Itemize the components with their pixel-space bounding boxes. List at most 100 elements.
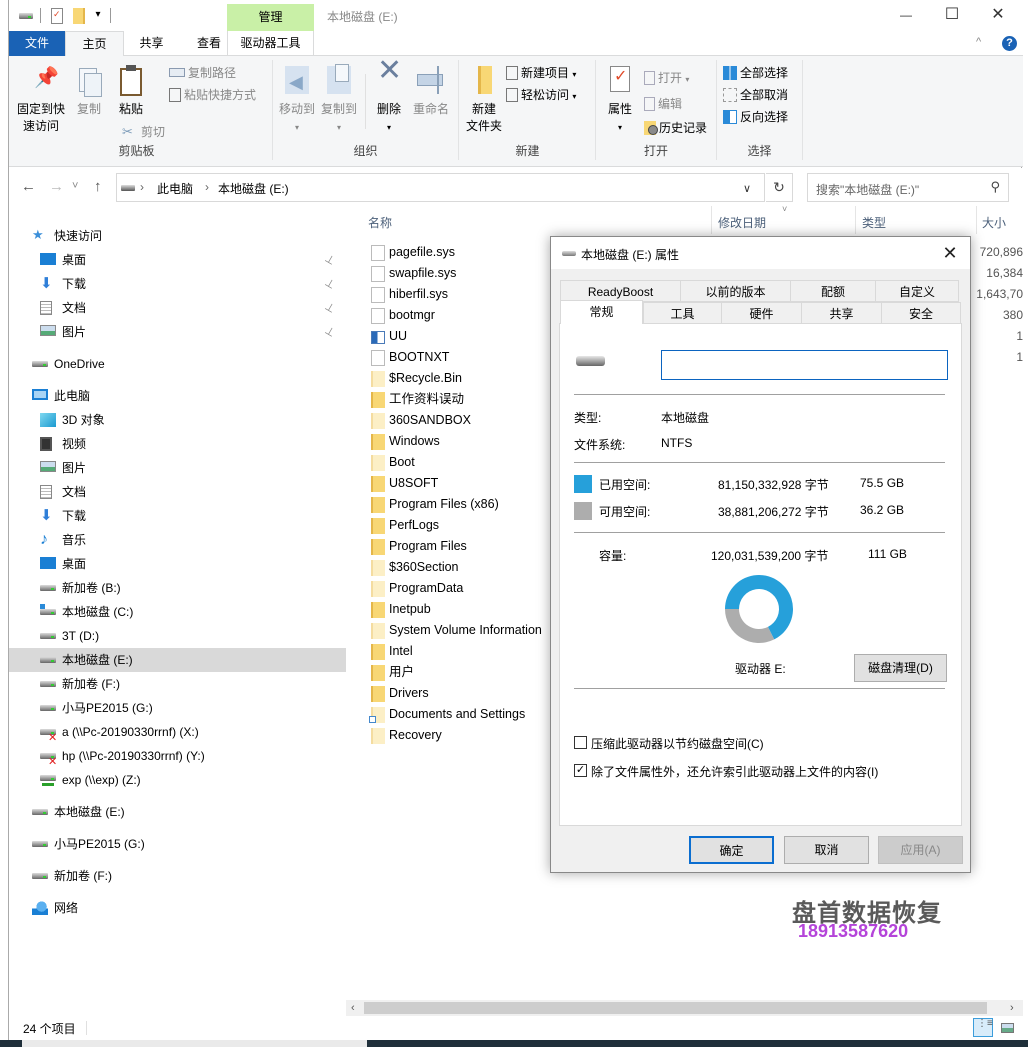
help-icon[interactable]: ? — [1002, 36, 1017, 51]
tab-security[interactable]: 安全 — [881, 302, 961, 324]
address-dropdown-icon[interactable]: ∨ — [743, 182, 751, 195]
nav-item[interactable]: 新加卷 (F:) — [9, 672, 346, 696]
nav-item[interactable]: 新加卷 (F:) — [9, 864, 346, 888]
new-item-button[interactable]: 新建项目 ▾ — [506, 63, 576, 83]
copy-button[interactable]: 复制 — [71, 64, 107, 118]
paste-shortcut-button[interactable]: 粘贴快捷方式 — [169, 85, 256, 105]
breadcrumb-this-pc[interactable]: 此电脑 — [157, 180, 193, 197]
nav-item[interactable]: 桌面 — [9, 552, 346, 576]
collapse-ribbon-icon[interactable]: ^ — [976, 36, 981, 48]
compress-checkbox-label[interactable]: 压缩此驱动器以节约磁盘空间(C) — [591, 735, 764, 752]
nav-item[interactable]: 此电脑 — [9, 384, 346, 408]
tab-home[interactable]: 主页 — [65, 31, 124, 57]
move-to-button[interactable]: ◀ 移动到 ▾ — [277, 64, 317, 136]
easy-access-button[interactable]: 轻松访问 ▾ — [506, 85, 576, 105]
tab-drive-tools[interactable]: 驱动器工具 — [227, 31, 314, 56]
nav-item[interactable]: 本地磁盘 (E:) — [9, 648, 346, 672]
tab-tools[interactable]: 工具 — [643, 302, 722, 324]
large-icons-view-button[interactable] — [997, 1018, 1017, 1037]
scroll-left-icon[interactable]: ‹ — [351, 1000, 355, 1016]
nav-item[interactable]: exp (\\exp) (Z:) — [9, 768, 346, 792]
search-input[interactable]: 搜索"本地磁盘 (E:)" ⚲ — [807, 173, 1009, 202]
nav-item[interactable]: 视频 — [9, 432, 346, 456]
cut-button[interactable]: ✂ 剪切 — [122, 122, 165, 142]
nav-item[interactable]: 小马PE2015 (G:) — [9, 832, 346, 856]
properties-button[interactable]: ✓ 属性 ▾ — [600, 64, 640, 136]
contextual-tab-manage[interactable]: 管理 — [227, 4, 314, 31]
history-button[interactable]: 历史记录 — [644, 118, 707, 138]
column-separator[interactable] — [711, 206, 712, 234]
forward-button[interactable]: → — [49, 178, 64, 195]
minimize-button[interactable]: — — [883, 0, 929, 30]
index-checkbox[interactable]: ✓ — [574, 764, 587, 777]
tab-readyboost[interactable]: ReadyBoost — [560, 280, 681, 302]
rename-button[interactable]: 重命名 — [409, 64, 453, 118]
nav-item[interactable]: OneDrive — [9, 352, 346, 376]
scrollbar-thumb[interactable] — [364, 1002, 987, 1014]
properties-quick-access-icon[interactable]: ✓ — [51, 8, 63, 24]
nav-item[interactable]: 网络 — [9, 896, 346, 920]
nav-item[interactable]: ⬇ 下载 ⊥ — [9, 272, 346, 296]
tab-customize[interactable]: 自定义 — [875, 280, 959, 302]
tab-file[interactable]: 文件 — [9, 31, 65, 56]
copy-path-button[interactable]: 复制路径 — [169, 63, 236, 83]
edit-button[interactable]: 编辑 — [644, 94, 682, 114]
details-view-button[interactable]: ⋮≡ — [973, 1018, 993, 1037]
nav-item[interactable]: 新加卷 (B:) — [9, 576, 346, 600]
cancel-button[interactable]: 取消 — [784, 836, 869, 864]
taskbar-item[interactable] — [22, 1040, 367, 1047]
paste-button[interactable]: 粘贴 — [111, 64, 151, 118]
nav-item[interactable]: 本地磁盘 (C:) — [9, 600, 346, 624]
nav-item[interactable]: ★ 快速访问 — [9, 224, 346, 248]
invert-selection-button[interactable]: 反向选择 — [723, 107, 788, 127]
search-icon[interactable]: ⚲ — [990, 179, 1000, 195]
new-folder-quick-access-icon[interactable] — [73, 8, 85, 24]
nav-item[interactable]: 图片 ⊥ — [9, 320, 346, 344]
column-separator[interactable] — [855, 206, 856, 234]
tab-sharing[interactable]: 共享 — [801, 302, 882, 324]
column-header-modified[interactable]: 修改日期 — [718, 214, 766, 231]
compress-checkbox[interactable] — [574, 736, 587, 749]
nav-item[interactable]: 文档 — [9, 480, 346, 504]
volume-label-input[interactable] — [661, 350, 948, 380]
select-none-button[interactable]: 全部取消 — [723, 85, 788, 105]
new-folder-button[interactable]: 新建 文件夹 — [463, 64, 505, 135]
nav-item[interactable]: 3D 对象 — [9, 408, 346, 432]
disk-cleanup-button[interactable]: 磁盘清理(D) — [854, 654, 947, 682]
column-separator[interactable] — [976, 206, 977, 234]
select-all-button[interactable]: 全部选择 — [723, 63, 788, 83]
customize-quick-access-icon[interactable]: ▾ — [93, 8, 103, 24]
dialog-close-button[interactable]: ✕ — [935, 240, 965, 266]
refresh-button[interactable]: ↻ — [766, 173, 793, 202]
column-header-name[interactable]: 名称 — [368, 214, 392, 231]
column-header-type[interactable]: 类型 — [862, 214, 886, 231]
scroll-right-icon[interactable]: › — [1010, 1000, 1014, 1016]
pin-to-quick-access-button[interactable]: 📌 固定到快 速访问 — [15, 64, 67, 135]
tab-previous-versions[interactable]: 以前的版本 — [680, 280, 791, 302]
apply-button[interactable]: 应用(A) — [878, 836, 963, 864]
index-checkbox-label[interactable]: 除了文件属性外，还允许索引此驱动器上文件的内容(I) — [591, 763, 878, 780]
nav-item[interactable]: 文档 ⊥ — [9, 296, 346, 320]
up-button[interactable]: ↑ — [94, 178, 102, 195]
address-bar[interactable]: › 此电脑 › 本地磁盘 (E:) ∨ — [116, 173, 765, 202]
nav-item[interactable]: ✕ hp (\\Pc-20190330rrnf) (Y:) — [9, 744, 346, 768]
delete-button[interactable]: ✕ 删除 ▾ — [369, 56, 409, 136]
nav-item[interactable]: ⬇ 下载 — [9, 504, 346, 528]
tab-share[interactable]: 共享 — [124, 31, 179, 56]
back-button[interactable]: ← — [21, 178, 36, 195]
tab-general[interactable]: 常规 — [560, 300, 643, 324]
copy-to-button[interactable]: 复制到 ▾ — [319, 64, 359, 136]
ok-button[interactable]: 确定 — [689, 836, 774, 864]
close-button[interactable]: ✕ — [975, 0, 1021, 30]
open-button[interactable]: 打开 ▾ — [644, 68, 689, 88]
horizontal-scrollbar[interactable]: ‹ › — [346, 1000, 1023, 1016]
recent-locations-button[interactable]: ˅ — [72, 180, 78, 192]
column-header-size[interactable]: 大小 — [982, 214, 1006, 231]
breadcrumb-drive-e[interactable]: 本地磁盘 (E:) — [218, 180, 289, 197]
tab-hardware[interactable]: 硬件 — [721, 302, 802, 324]
nav-item[interactable]: 图片 — [9, 456, 346, 480]
maximize-button[interactable]: ☐ — [929, 0, 975, 30]
nav-item[interactable]: ✕ a (\\Pc-20190330rrnf) (X:) — [9, 720, 346, 744]
nav-item[interactable]: 3T (D:) — [9, 624, 346, 648]
nav-item[interactable]: 桌面 ⊥ — [9, 248, 346, 272]
